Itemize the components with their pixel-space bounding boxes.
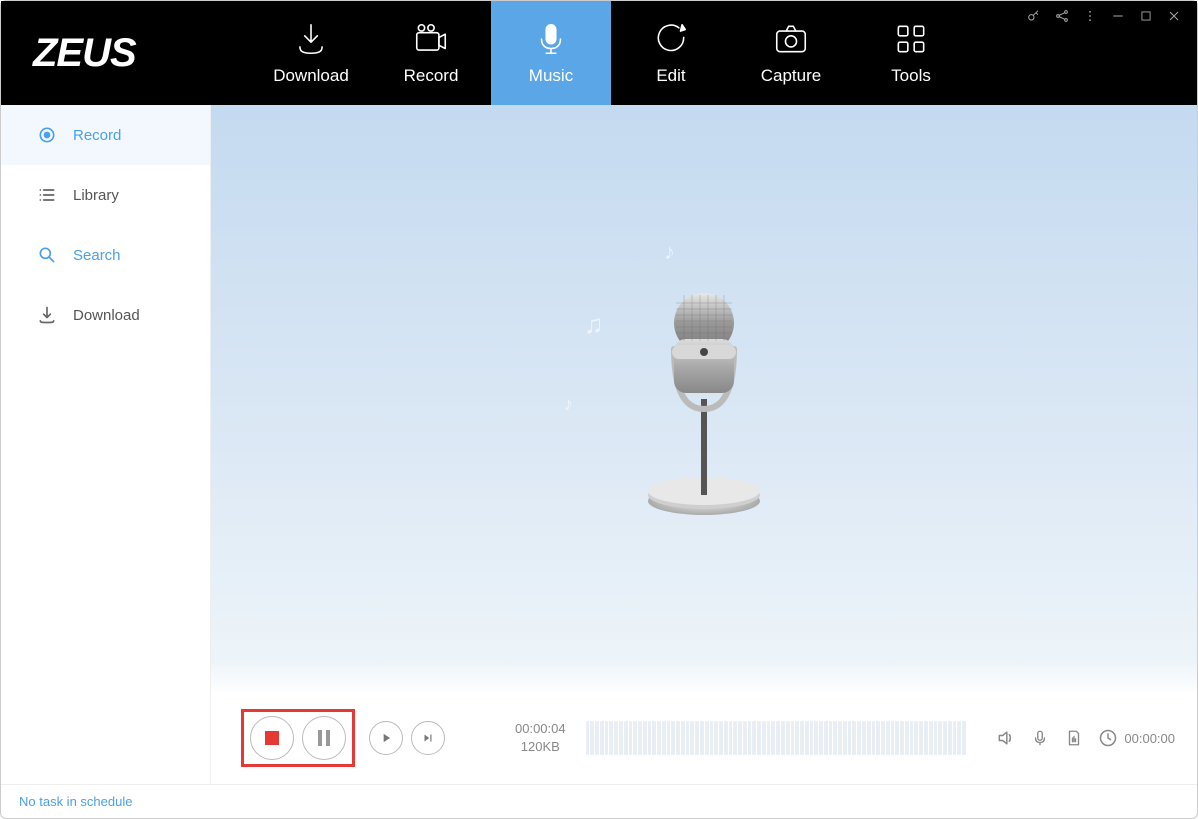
download-small-icon (37, 305, 57, 325)
stop-icon (265, 731, 279, 745)
sidebar-library-label: Library (73, 187, 119, 204)
nav-music-label: Music (529, 66, 573, 86)
close-icon[interactable] (1165, 7, 1183, 25)
next-icon (421, 731, 435, 745)
file-audio-icon (1065, 729, 1083, 747)
pause-icon (318, 730, 330, 746)
nav-music[interactable]: Music (491, 1, 611, 105)
nav-tools-label: Tools (891, 66, 931, 86)
file-size: 120KB (515, 738, 566, 756)
stop-button[interactable] (250, 716, 294, 760)
microphone-illustration: ♪ ♫ ♪ (634, 279, 774, 519)
mic-small-icon (1031, 729, 1049, 747)
status-bar: No task in schedule (1, 784, 1197, 818)
pause-button[interactable] (302, 716, 346, 760)
share-icon[interactable] (1053, 7, 1071, 25)
capture-icon (772, 20, 810, 58)
window-controls (1025, 7, 1183, 25)
sidebar-item-download[interactable]: Download (1, 285, 210, 345)
key-icon[interactable] (1025, 7, 1043, 25)
sidebar: Record Library Search Download (1, 105, 211, 784)
nav-edit-label: Edit (656, 66, 685, 86)
sidebar-item-record[interactable]: Record (1, 105, 210, 165)
right-tools: 00:00:00 (996, 728, 1175, 748)
play-button[interactable] (369, 721, 403, 755)
play-icon (379, 731, 393, 745)
sidebar-record-label: Record (73, 127, 121, 144)
download-icon (292, 20, 330, 58)
recording-canvas: ♪ ♫ ♪ (211, 105, 1197, 692)
sidebar-item-search[interactable]: Search (1, 225, 210, 285)
volume-button[interactable] (996, 728, 1016, 748)
top-bar: ZEUS Download Record Music Edit Capture … (1, 1, 1197, 105)
next-button[interactable] (411, 721, 445, 755)
nav-record[interactable]: Record (371, 1, 491, 105)
tools-icon (892, 20, 930, 58)
app-logo: ZEUS (1, 1, 211, 105)
schedule-time: 00:00:00 (1124, 731, 1175, 746)
nav-capture[interactable]: Capture (731, 1, 851, 105)
camera-record-icon (412, 20, 450, 58)
file-output-button[interactable] (1064, 728, 1084, 748)
edit-icon (652, 20, 690, 58)
sidebar-item-library[interactable]: Library (1, 165, 210, 225)
nav-record-label: Record (404, 66, 459, 86)
nav-edit[interactable]: Edit (611, 1, 731, 105)
content: ♪ ♫ ♪ (211, 105, 1197, 784)
recording-info: 00:00:04 120KB (515, 720, 566, 755)
control-bar: 00:00:04 120KB 00:00:00 (211, 692, 1197, 784)
music-note-icon: ♪ (564, 394, 573, 415)
minimize-icon[interactable] (1109, 7, 1127, 25)
main-area: Record Library Search Download ♪ ♫ ♪ (1, 105, 1197, 784)
nav-download[interactable]: Download (251, 1, 371, 105)
audio-source-button[interactable] (1030, 728, 1050, 748)
waveform-display (586, 721, 966, 755)
sidebar-search-label: Search (73, 247, 121, 264)
maximize-icon[interactable] (1137, 7, 1155, 25)
music-note-icon: ♫ (584, 309, 604, 340)
schedule-button[interactable]: 00:00:00 (1098, 728, 1175, 748)
radio-checked-icon (37, 125, 57, 145)
recording-controls-highlight (241, 709, 355, 767)
search-icon (37, 245, 57, 265)
microphone-icon (532, 20, 570, 58)
volume-icon (996, 728, 1016, 748)
top-nav: Download Record Music Edit Capture Tools (251, 1, 971, 105)
status-text: No task in schedule (19, 794, 132, 809)
music-note-icon: ♪ (664, 239, 675, 265)
nav-capture-label: Capture (761, 66, 821, 86)
clock-icon (1098, 728, 1118, 748)
list-icon (37, 185, 57, 205)
nav-tools[interactable]: Tools (851, 1, 971, 105)
menu-dots-icon[interactable] (1081, 7, 1099, 25)
elapsed-time: 00:00:04 (515, 720, 566, 738)
sidebar-download-label: Download (73, 307, 140, 324)
nav-download-label: Download (273, 66, 349, 86)
